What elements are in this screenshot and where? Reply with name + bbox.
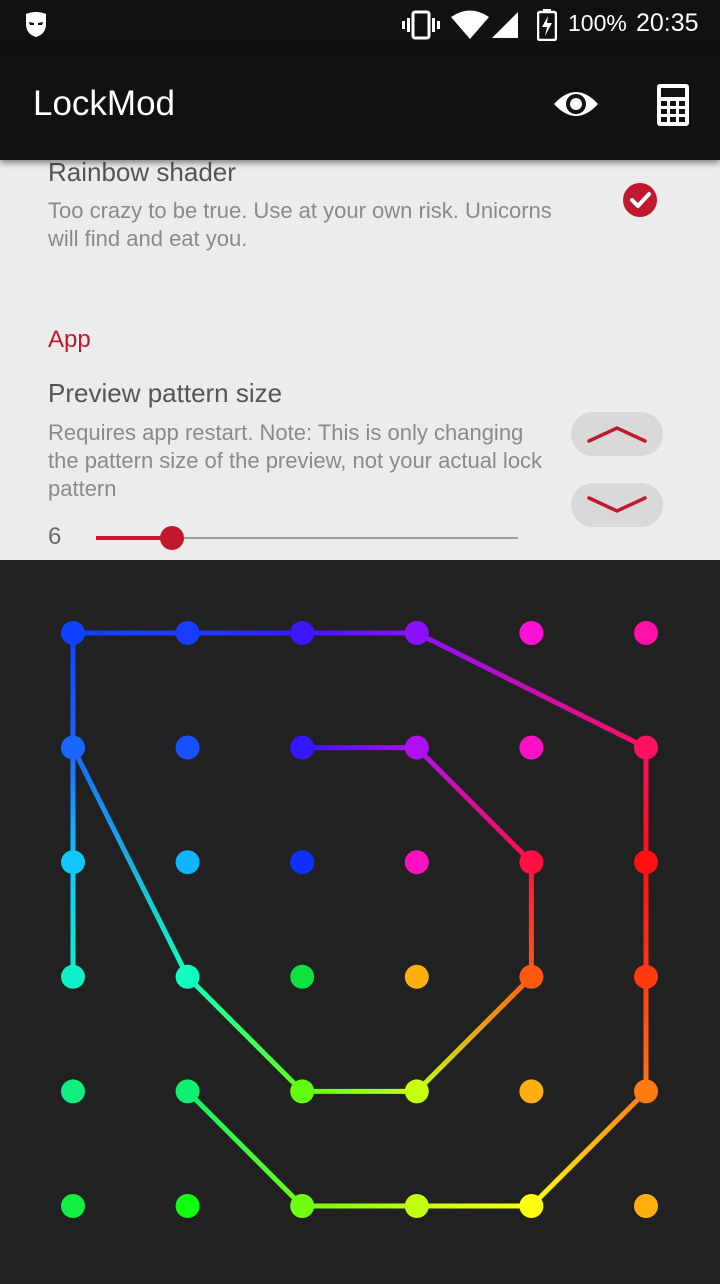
pattern-dot[interactable] <box>519 621 544 645</box>
pattern-dot[interactable] <box>634 850 658 875</box>
pattern-dot[interactable] <box>634 735 658 760</box>
pattern-dot[interactable] <box>61 735 85 760</box>
rainbow-shader-checkbox[interactable] <box>623 183 657 217</box>
pattern-dot[interactable] <box>175 1079 200 1104</box>
app-bar: LockMod <box>0 50 720 160</box>
pattern-dot[interactable] <box>61 964 85 989</box>
pattern-dot[interactable] <box>61 850 85 875</box>
pattern-dot[interactable] <box>634 1194 658 1218</box>
signal-icon <box>492 10 520 44</box>
pattern-preview[interactable] <box>0 560 720 1280</box>
pattern-dot[interactable] <box>175 735 200 760</box>
pattern-line <box>414 745 534 865</box>
pattern-dot[interactable] <box>404 1079 429 1104</box>
pattern-line <box>185 1088 305 1209</box>
pattern-dot[interactable] <box>175 964 200 989</box>
preview-pattern-size-title: Preview pattern size <box>48 378 283 408</box>
battery-percent: 100% <box>568 10 627 36</box>
pattern-dot[interactable] <box>404 735 429 760</box>
vibrate-icon <box>402 10 440 44</box>
pattern-dot[interactable] <box>404 850 429 875</box>
preview-pattern-size-summary: Requires app restart. Note: This is only… <box>48 420 543 501</box>
pattern-dot[interactable] <box>61 1079 85 1104</box>
status-bar: 100% 20:35 <box>0 0 720 50</box>
pattern-dot[interactable] <box>290 1194 315 1218</box>
pattern-dot[interactable] <box>61 1194 85 1218</box>
pattern-line <box>414 974 534 1094</box>
pattern-dot[interactable] <box>290 621 315 645</box>
pattern-dot[interactable] <box>290 735 315 760</box>
pattern-dot[interactable] <box>634 1079 658 1104</box>
pattern-dot[interactable] <box>634 621 658 645</box>
pattern-dot[interactable] <box>519 964 544 989</box>
pattern-dot[interactable] <box>519 1079 544 1104</box>
pattern-line <box>528 1088 649 1209</box>
calculator-icon <box>657 84 689 126</box>
pattern-dot[interactable] <box>61 621 85 645</box>
mask-icon <box>22 10 50 42</box>
pattern-line <box>70 745 191 980</box>
pattern-dot[interactable] <box>290 850 315 875</box>
eye-icon <box>554 92 598 116</box>
increase-button[interactable] <box>571 412 663 456</box>
pattern-dot[interactable] <box>290 1079 315 1104</box>
wifi-icon <box>451 10 489 44</box>
pattern-dot[interactable] <box>175 1194 200 1218</box>
chevron-down-icon <box>587 496 647 513</box>
pattern-line <box>414 630 649 751</box>
pattern-dot[interactable] <box>519 735 544 760</box>
pattern-dot[interactable] <box>290 964 315 989</box>
pattern-dot[interactable] <box>519 1194 544 1218</box>
checkmark-icon <box>630 192 651 208</box>
pattern-dot[interactable] <box>404 621 429 645</box>
pattern-line <box>185 974 305 1094</box>
decrease-button[interactable] <box>571 483 663 527</box>
battery-charging-icon <box>536 9 558 45</box>
app-title: LockMod <box>33 84 176 123</box>
pattern-canvas[interactable] <box>0 560 720 1280</box>
pattern-dot[interactable] <box>404 964 429 989</box>
rainbow-shader-title: Rainbow shader <box>48 160 236 187</box>
rainbow-shader-summary: Too crazy to be true. Use at your own ri… <box>48 198 552 251</box>
pattern-dot[interactable] <box>519 850 544 875</box>
clock: 20:35 <box>636 9 699 37</box>
preview-toggle-button[interactable] <box>551 84 601 124</box>
pattern-dot[interactable] <box>634 964 658 989</box>
category-header-app: App <box>48 326 91 353</box>
calculator-button[interactable] <box>653 82 693 128</box>
slider-value: 6 <box>48 523 62 550</box>
slider-thumb[interactable] <box>159 526 184 550</box>
pattern-dot[interactable] <box>175 850 200 875</box>
pattern-dot[interactable] <box>404 1194 429 1218</box>
pattern-size-slider[interactable] <box>96 526 518 550</box>
settings-list: Rainbow shader Too crazy to be true. Use… <box>0 160 720 560</box>
chevron-up-icon <box>587 426 647 443</box>
pattern-dot[interactable] <box>175 621 200 645</box>
